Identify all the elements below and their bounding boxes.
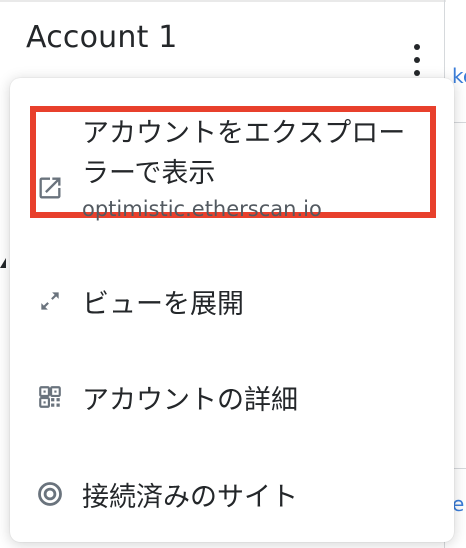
- menu-item-label: アカウントをエクスプローラーで表示: [82, 118, 406, 189]
- kebab-dot: [414, 70, 420, 76]
- explorer-domain: optimistic.etherscan.io: [82, 197, 322, 221]
- menu-item-expand-view[interactable]: ビューを展開: [10, 278, 454, 324]
- expand-icon: [36, 287, 64, 315]
- account-options-button[interactable]: [407, 44, 427, 76]
- qr-code-icon: [36, 383, 64, 411]
- background-link-fragment: ke: [452, 64, 466, 88]
- account-options-menu: アカウントをエクスプローラーで表示 optimistic.etherscan.i…: [10, 78, 454, 542]
- wallet-screen: ke e Account 1 アカウントをエクスプローラーで表示 optimis…: [0, 0, 466, 548]
- menu-item-label: アカウントの詳細: [82, 384, 298, 416]
- connected-sites-icon: [36, 480, 64, 508]
- account-name: Account 1: [26, 20, 178, 55]
- background-caret: [0, 258, 6, 268]
- menu-item-label: ビューを展開: [82, 288, 244, 320]
- menu-item-account-details[interactable]: アカウントの詳細: [10, 374, 454, 420]
- menu-item-connected-sites[interactable]: 接続済みのサイト: [10, 471, 454, 517]
- external-link-icon: [36, 174, 64, 202]
- kebab-dot: [414, 57, 420, 63]
- explorer-label-group: アカウントをエクスプローラーで表示 optimistic.etherscan.i…: [82, 114, 422, 224]
- kebab-dot: [414, 44, 420, 50]
- menu-item-label: 接続済みのサイト: [82, 481, 298, 513]
- header-divider: [0, 0, 446, 2]
- menu-item-view-on-explorer[interactable]: アカウントをエクスプローラーで表示 optimistic.etherscan.i…: [10, 106, 454, 222]
